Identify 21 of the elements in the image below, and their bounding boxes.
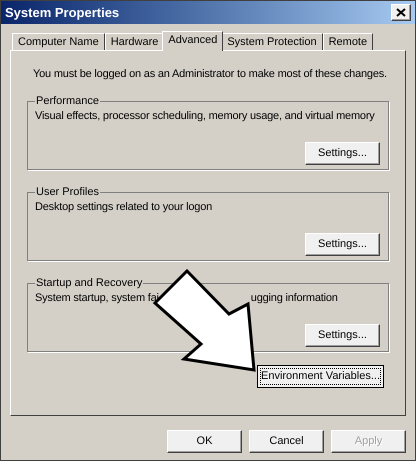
settings-button[interactable]: Settings... [305, 324, 380, 346]
tab[interactable]: System Protection [221, 33, 323, 50]
group-description: ugging information [250, 290, 338, 304]
dialog-button[interactable]: OK [167, 430, 242, 453]
tab[interactable]: Hardware [104, 33, 164, 50]
environment-variables-button[interactable]: Environment Variables... [257, 365, 384, 388]
tab[interactable]: Remote [322, 33, 374, 50]
admin-notice: You must be logged on as an Administrator to make most of these changes. [33, 67, 387, 81]
group-description: Visual effects, processor scheduling, memory usage, and virtual memory [35, 108, 375, 122]
group-title: User Profiles [35, 185, 100, 200]
close-button[interactable] [391, 4, 411, 21]
group-title: Performance [35, 94, 100, 109]
group-description: Desktop settings related to your logon [35, 200, 212, 214]
tab[interactable]: Computer Name [12, 33, 105, 50]
close-icon [396, 8, 406, 17]
settings-button[interactable]: Settings... [305, 232, 380, 256]
settings-button[interactable]: Settings... [305, 142, 380, 164]
dialog-button[interactable]: Cancel [249, 430, 324, 453]
tab[interactable]: Advanced [162, 31, 224, 51]
window-title: System Properties [5, 4, 120, 22]
group-title: Startup and Recovery [35, 276, 144, 291]
